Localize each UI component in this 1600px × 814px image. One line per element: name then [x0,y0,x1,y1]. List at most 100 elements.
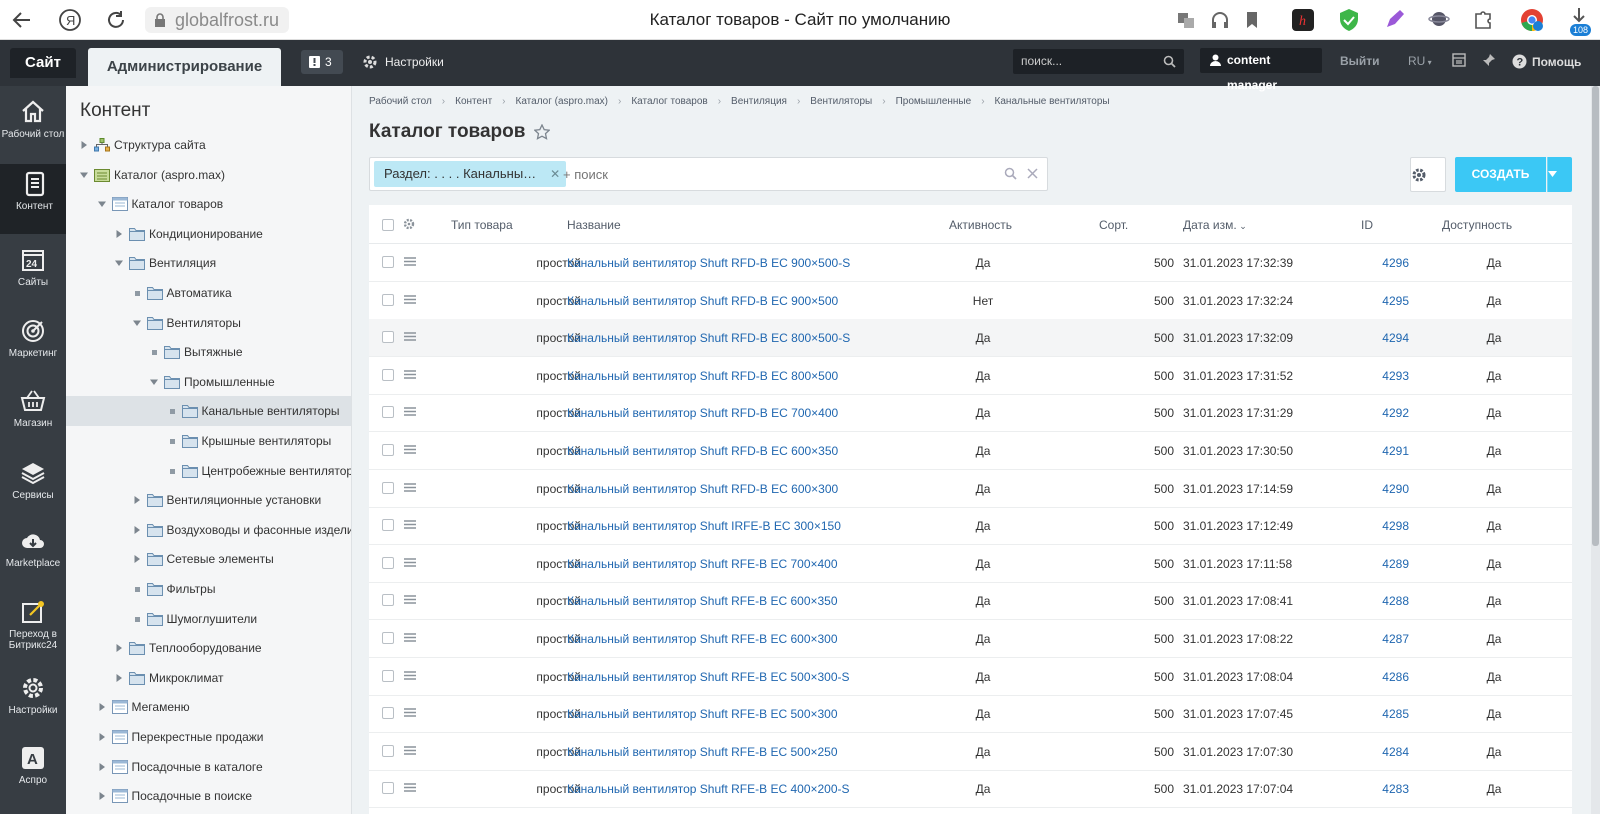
cell-name-link[interactable]: Канальный вентилятор Shuft RFD-B EC 600×… [567,444,838,458]
select-all-checkbox[interactable] [382,219,394,231]
tree-item[interactable]: Автоматика [66,278,351,308]
table-row[interactable]: простой Канальный вентилятор Shuft RFE-B … [369,770,1572,809]
menu-shop[interactable]: Магазин [0,381,66,447]
tree-item[interactable]: Канальные вентиляторы [66,396,351,427]
row-checkbox[interactable] [382,632,394,644]
cell-name-link[interactable]: Канальный вентилятор Shuft RFE-B EC 700×… [567,557,838,571]
row-menu-icon[interactable] [404,370,416,379]
cell-name-link[interactable]: Канальный вентилятор Shuft RFE-B EC 600×… [567,632,838,646]
cell-name-link[interactable]: Канальный вентилятор Shuft RFE-B EC 400×… [567,782,850,796]
tree-item[interactable]: Фильтры [66,574,351,604]
breadcrumb-item[interactable]: Вентиляторы [810,96,872,107]
menu-marketplace[interactable]: Marketplace [0,521,66,587]
tree-item[interactable]: Шумоглушители [66,604,351,634]
row-menu-icon[interactable] [404,783,416,793]
row-checkbox[interactable] [382,594,394,607]
table-row[interactable]: простой Канальный вентилятор Shuft RFD-B … [369,432,1572,470]
settings-button[interactable]: Настройки [363,53,444,71]
row-checkbox[interactable] [382,293,394,306]
menu-sites[interactable]: 24 Сайты [0,240,66,306]
cell-id-link[interactable]: 4298 [1349,519,1409,533]
row-menu-icon[interactable] [404,257,416,266]
table-row[interactable]: простой Канальный вентилятор Shuft RFE-B … [369,658,1572,696]
chevron-down-icon[interactable] [80,171,88,179]
language-select[interactable]: RU ▾ [1408,54,1432,68]
page-scrollbar[interactable] [1591,86,1600,814]
tree-item[interactable]: Посадочные в поиске [66,781,351,811]
menu-services[interactable]: Сервисы [0,453,66,519]
cell-id-link[interactable]: 4294 [1349,331,1409,345]
chevron-right-icon[interactable] [80,141,88,149]
menu-marketing[interactable]: Маркетинг [0,311,66,377]
chevron-right-icon[interactable] [98,703,106,712]
chevron-down-icon[interactable] [132,319,141,327]
col-sort[interactable]: Сорт. [1099,218,1128,232]
table-row[interactable]: простой Канальный вентилятор Shuft RFD-B … [369,244,1572,282]
logout-link[interactable]: Выйти [1340,54,1380,68]
chevron-down-icon[interactable] [115,259,123,267]
row-menu-icon[interactable] [404,294,416,304]
cell-id-link[interactable]: 4287 [1349,632,1409,646]
menu-aspro[interactable]: A Аспро [0,738,66,804]
row-checkbox[interactable] [382,331,394,344]
star-icon[interactable] [534,124,550,140]
cell-name-link[interactable]: Канальный вентилятор Shuft RFE-B EC 500×… [567,745,838,759]
cell-name-link[interactable]: Канальный вентилятор Shuft RFD-B EC 600×… [567,482,838,496]
puzzle-icon[interactable] [1472,8,1494,30]
chevron-down-icon[interactable] [150,378,158,386]
table-row[interactable]: простой Канальный вентилятор Shuft RFE-B … [369,545,1572,583]
tree-item[interactable]: Посадочные в каталоге [66,752,351,782]
breadcrumb-item[interactable]: Контент [455,96,492,107]
headphones-icon[interactable] [1210,10,1232,32]
filter-chip[interactable]: Раздел: . . . . Канальны… ✕ [374,161,567,187]
yandex-icon[interactable]: Я [58,8,82,32]
tree-item[interactable]: Сетевые элементы [66,544,351,574]
tree-item[interactable]: Центробежные вентиляторы [66,456,351,486]
menu-content[interactable]: Контент [0,164,66,234]
row-checkbox[interactable] [382,744,394,757]
tree-item[interactable]: Промышленные [66,367,351,397]
tree-item[interactable]: Теплооборудование [66,633,351,663]
search-input[interactable] [563,161,963,187]
chrome-icon[interactable] [1520,8,1543,31]
user-menu-button[interactable]: content manager [1200,48,1322,92]
filter-search-box[interactable]: Раздел: . . . . Канальны… ✕ [369,157,1048,191]
tree-item[interactable]: Структура сайта [66,130,351,160]
row-menu-icon[interactable] [404,332,416,341]
table-row[interactable]: простой Канальный вентилятор Shuft RFD-B … [369,282,1572,320]
scrollbar-thumb[interactable] [1592,86,1599,546]
cell-name-link[interactable]: Канальный вентилятор Shuft RFE-B EC 600×… [567,594,838,608]
tree-item[interactable]: Кондиционирование [66,219,351,249]
breadcrumb-item[interactable]: Промышленные [896,96,972,107]
row-checkbox[interactable] [382,481,394,494]
cell-id-link[interactable]: 4286 [1349,670,1409,684]
row-checkbox[interactable] [382,669,394,682]
row-checkbox[interactable] [382,782,394,795]
chevron-right-icon[interactable] [98,762,106,771]
breadcrumb-item[interactable]: Канальные вентиляторы [995,96,1110,107]
tree-item[interactable]: Вентиляционные установки [66,485,351,515]
row-menu-icon[interactable] [404,558,416,567]
menu-bitrix24[interactable]: Переход в Битрикс24 [0,592,66,666]
cell-id-link[interactable]: 4285 [1349,707,1409,721]
cell-id-link[interactable]: 4284 [1349,745,1409,759]
tree-item[interactable]: Перекрестные продажи [66,722,351,752]
row-menu-icon[interactable] [404,407,416,417]
menu-desktop[interactable]: Рабочий стол [0,92,66,158]
breadcrumb-item[interactable]: Рабочий стол [369,96,432,107]
breadcrumb-item[interactable]: Каталог (aspro.max) [516,96,608,107]
chevron-right-icon[interactable] [98,733,106,741]
chevron-right-icon[interactable] [133,525,141,534]
cell-name-link[interactable]: Канальный вентилятор Shuft RFD-B EC 700×… [567,406,838,420]
row-checkbox[interactable] [382,368,394,381]
tree-item[interactable]: Воздуховоды и фасонные изделия [66,515,351,545]
h-extension-icon[interactable]: h [1292,9,1314,31]
table-row[interactable]: простой Канальный вентилятор Shuft RFE-B … [369,733,1572,771]
create-dropdown-button[interactable] [1547,157,1572,192]
row-checkbox[interactable] [382,406,394,419]
row-menu-icon[interactable] [404,708,416,717]
row-menu-icon[interactable] [404,595,416,605]
table-row[interactable]: простой Канальный вентилятор Shuft RFE-B … [369,620,1572,658]
cell-name-link[interactable]: Канальный вентилятор Shuft RFD-B EC 800×… [567,369,838,383]
col-id[interactable]: ID [1361,218,1373,232]
